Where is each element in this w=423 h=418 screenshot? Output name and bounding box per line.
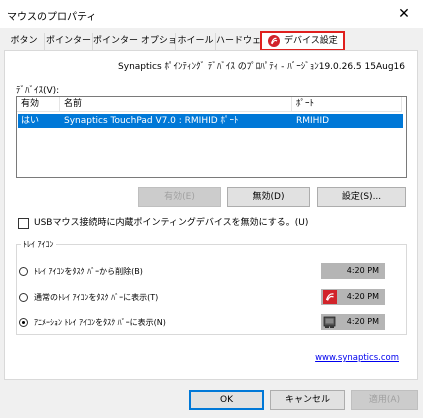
animated-touchpad-icon <box>323 316 336 328</box>
ok-button[interactable]: OK <box>189 390 264 410</box>
radio-normal-tray-icon[interactable] <box>19 293 28 302</box>
synaptics-icon <box>268 35 280 47</box>
tab-device-settings-label: デバイス設定 <box>284 36 338 46</box>
tab-device-settings[interactable]: デバイス設定 <box>260 31 345 51</box>
close-icon[interactable]: ✕ <box>395 5 413 23</box>
radio-animated-tray-icon-label: ｱﾆﾒｰｼｮﾝ ﾄﾚｲ ｱｲｺﾝをﾀｽｸ ﾊﾞｰに表示(N) <box>34 318 166 327</box>
version-text: Synaptics ﾎﾟｲﾝﾃｨﾝｸﾞ ﾃﾞﾊﾞｲｽ のﾌﾟﾛﾊﾟﾃｨ - ﾊﾞ… <box>118 62 405 72</box>
cancel-button[interactable]: キャンセル <box>270 390 345 410</box>
tray-time: 4:20 PM <box>346 292 379 301</box>
tab-buttons[interactable]: ボタン <box>4 33 45 50</box>
radio-normal-tray-icon-label: 通常のﾄﾚｲ ｱｲｺﾝをﾀｽｸ ﾊﾞｰに表示(T) <box>34 293 159 302</box>
enable-button[interactable]: 有効(E) <box>138 187 221 207</box>
cell-name: Synaptics TouchPad V7.0 : RMIHID ﾎﾟｰﾄ <box>64 116 239 126</box>
column-enabled[interactable]: 有効 <box>17 97 60 112</box>
devices-label: ﾃﾞﾊﾞｲｽ(V): <box>16 86 60 96</box>
cell-port: RMIHID <box>296 116 330 126</box>
column-port[interactable]: ﾎﾟｰﾄ <box>292 97 402 112</box>
tray-preview-normal: 4:20 PM <box>321 289 385 305</box>
tab-pointer-options[interactable]: ポインター オプション <box>93 33 186 50</box>
synaptics-link[interactable]: www.synaptics.com <box>315 353 399 363</box>
synaptics-icon <box>323 290 337 304</box>
tab-wheel[interactable]: ホイール <box>176 33 216 50</box>
tab-hardware[interactable]: ハードウェア <box>216 33 270 50</box>
radio-animated-tray-icon[interactable] <box>19 318 28 327</box>
tab-pointer[interactable]: ポインター <box>45 33 93 50</box>
table-row[interactable]: はい Synaptics TouchPad V7.0 : RMIHID ﾎﾟｰﾄ… <box>18 114 403 128</box>
disable-button[interactable]: 無効(D) <box>227 187 310 207</box>
tray-time: 4:20 PM <box>346 317 379 326</box>
tray-preview-none: 4:20 PM <box>321 263 385 279</box>
radio-remove-tray-icon[interactable] <box>19 267 28 276</box>
tab-strip: ボタン ポインター ポインター オプション ホイール ハードウェア デバイス設定 <box>4 31 418 51</box>
device-list[interactable]: 有効 名前 ﾎﾟｰﾄ はい Synaptics TouchPad V7.0 : … <box>16 96 407 178</box>
tray-preview-animated: 4:20 PM <box>321 314 385 330</box>
column-name[interactable]: 名前 <box>60 97 292 112</box>
usb-disable-checkbox[interactable] <box>18 218 29 229</box>
title-bar: マウスのプロパティ ✕ <box>0 0 423 28</box>
cell-enabled: はい <box>21 116 40 126</box>
usb-disable-label: USBマウス接続時に内蔵ポインティングデバイスを無効にする。(U) <box>34 218 309 228</box>
window-title: マウスのプロパティ <box>7 12 97 23</box>
settings-button[interactable]: 設定(S)... <box>317 187 406 207</box>
tray-icon-group-label: ﾄﾚｲ ｱｲｺﾝ <box>21 239 56 250</box>
tray-time: 4:20 PM <box>346 266 379 275</box>
radio-remove-tray-icon-label: ﾄﾚｲ ｱｲｺﾝをﾀｽｸ ﾊﾞｰから削除(B) <box>34 267 143 276</box>
apply-button[interactable]: 適用(A) <box>351 390 418 410</box>
device-settings-panel: Synaptics ﾎﾟｲﾝﾃｨﾝｸﾞ ﾃﾞﾊﾞｲｽ のﾌﾟﾛﾊﾟﾃｨ - ﾊﾞ… <box>4 50 418 380</box>
